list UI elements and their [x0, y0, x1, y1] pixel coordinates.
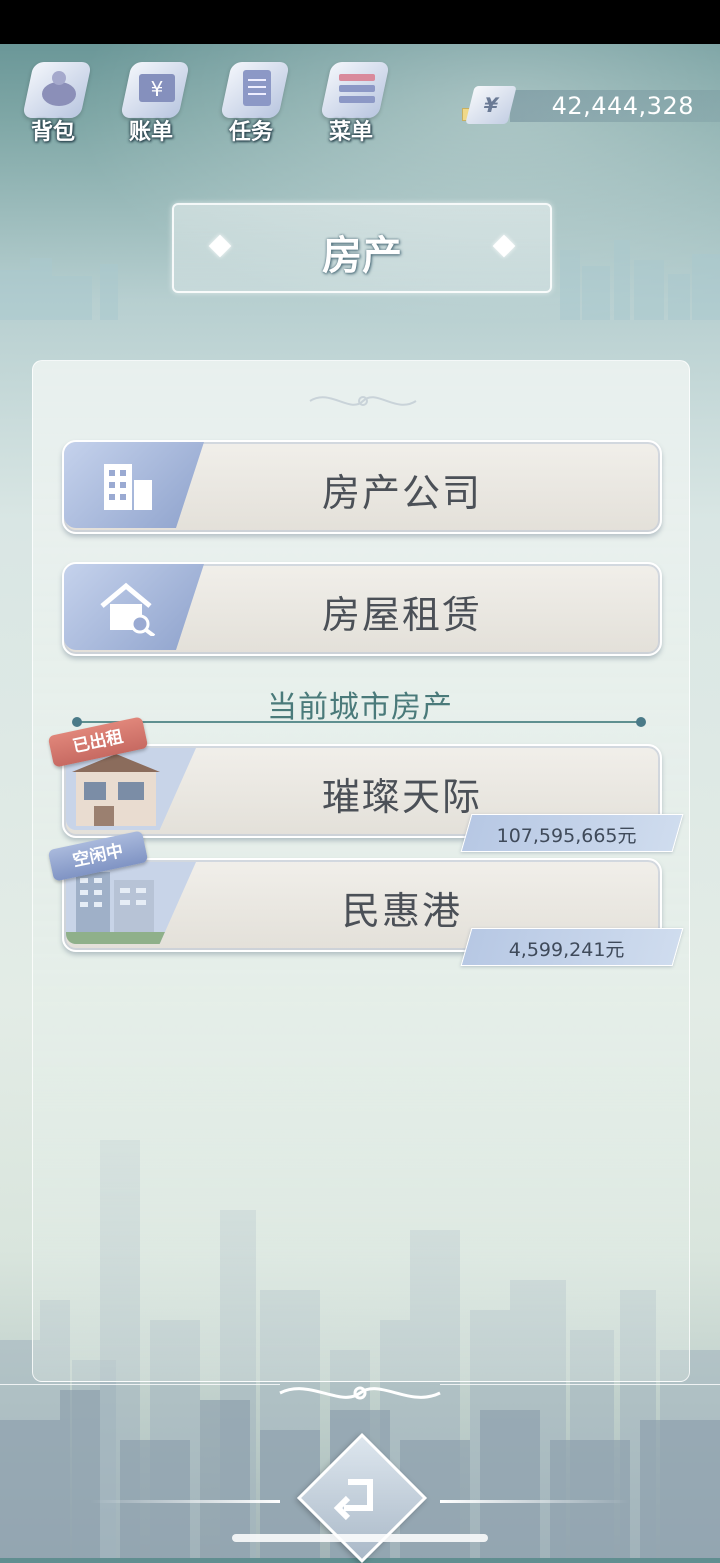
ornament-top-icon — [309, 396, 417, 406]
page-title: 房产 — [322, 233, 402, 279]
property-name: 民惠港 — [341, 889, 462, 933]
card-label: 房屋租赁 — [321, 593, 482, 637]
back-decoration-right — [440, 1500, 630, 1503]
property-name: 璀璨天际 — [321, 775, 482, 819]
property-card[interactable]: 空闲中 民惠港 4,599,241元 — [47, 830, 684, 966]
task-button[interactable]: 任务 — [206, 58, 296, 148]
ornament-bottom-icon — [279, 1386, 441, 1400]
bag-icon — [36, 66, 82, 110]
task-label: 任务 — [228, 120, 273, 145]
house-rental-button[interactable]: 房屋租赁 — [62, 562, 662, 656]
home-indicator[interactable] — [232, 1534, 488, 1542]
svg-text:¥: ¥ — [151, 77, 164, 101]
property-price: 107,595,665元 — [496, 825, 637, 847]
bill-label: 账单 — [128, 120, 173, 145]
divider-left — [0, 1384, 280, 1385]
house-search-icon — [100, 582, 156, 636]
task-icon — [234, 66, 280, 110]
section-divider — [72, 717, 646, 727]
menu-label: 菜单 — [328, 120, 373, 145]
price-tag: 107,595,665元 — [460, 814, 684, 852]
bill-icon: ¥ — [134, 66, 180, 110]
bag-label: 背包 — [30, 120, 75, 145]
card-label: 房产公司 — [321, 471, 482, 515]
back-arrow-icon — [333, 1479, 373, 1521]
page-title-box: 房产 — [172, 203, 552, 293]
bag-button[interactable]: 背包 — [8, 58, 98, 148]
divider-right — [440, 1384, 720, 1385]
price-tag: 4,599,241元 — [460, 928, 684, 966]
money-display: ¥ 42,444,328 — [462, 86, 720, 128]
real-estate-company-button[interactable]: 房产公司 — [62, 440, 662, 534]
property-card[interactable]: 已出租 璀璨天际 107,595,665元 — [47, 716, 684, 852]
menu-icon — [334, 66, 380, 110]
office-building-icon — [104, 464, 152, 510]
menu-button[interactable]: 菜单 — [306, 58, 396, 148]
section-title: 当前城市房产 — [267, 690, 453, 725]
status-bar — [0, 0, 720, 44]
bill-button[interactable]: ¥ 账单 — [106, 58, 196, 148]
property-price: 4,599,241元 — [508, 939, 625, 961]
money-value: 42,444,328 — [551, 92, 694, 120]
back-decoration-left — [90, 1500, 280, 1503]
